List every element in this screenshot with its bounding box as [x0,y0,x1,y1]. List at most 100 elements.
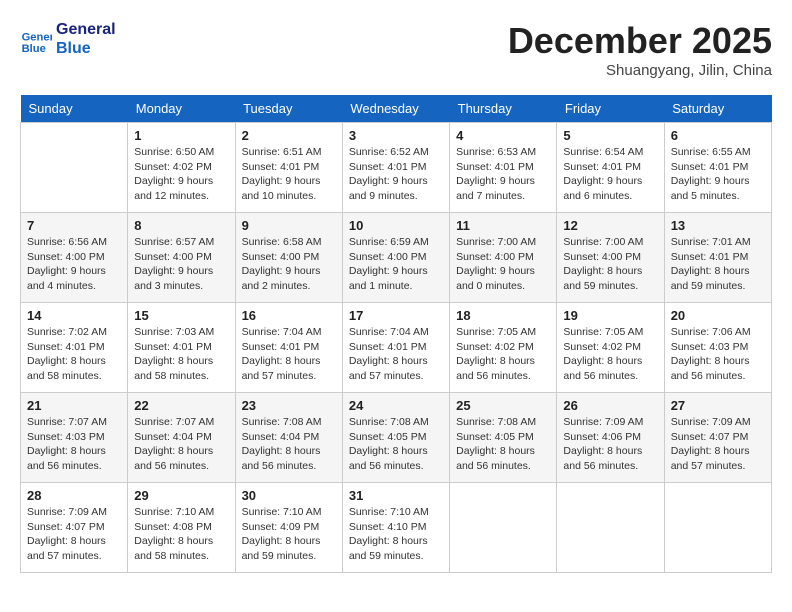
day-info: Sunrise: 6:52 AMSunset: 4:01 PMDaylight:… [349,145,443,204]
month-title: December 2025 [508,20,772,62]
calendar-cell: 11 Sunrise: 7:00 AMSunset: 4:00 PMDayligh… [450,213,557,303]
calendar-cell: 18 Sunrise: 7:05 AMSunset: 4:02 PMDayligh… [450,303,557,393]
weekday-wednesday: Wednesday [342,95,449,123]
day-number: 21 [27,398,121,413]
day-number: 15 [134,308,228,323]
day-info: Sunrise: 7:10 AMSunset: 4:08 PMDaylight:… [134,505,228,564]
location-subtitle: Shuangyang, Jilin, China [508,62,772,79]
calendar-cell: 10 Sunrise: 6:59 AMSunset: 4:00 PMDayligh… [342,213,449,303]
day-info: Sunrise: 6:51 AMSunset: 4:01 PMDaylight:… [242,145,336,204]
day-info: Sunrise: 7:04 AMSunset: 4:01 PMDaylight:… [242,325,336,384]
logo-icon: General Blue [20,23,52,55]
day-info: Sunrise: 7:06 AMSunset: 4:03 PMDaylight:… [671,325,765,384]
calendar-cell: 24 Sunrise: 7:08 AMSunset: 4:05 PMDayligh… [342,393,449,483]
calendar-cell [450,483,557,573]
svg-text:General: General [22,32,52,44]
day-info: Sunrise: 7:09 AMSunset: 4:07 PMDaylight:… [671,415,765,474]
calendar-cell: 9Sunrise: 6:58 AMSunset: 4:00 PMDaylight… [235,213,342,303]
calendar-cell: 23 Sunrise: 7:08 AMSunset: 4:04 PMDayligh… [235,393,342,483]
day-number: 6 [671,128,765,143]
calendar-body: 1 Sunrise: 6:50 AMSunset: 4:02 PMDaylight… [21,123,772,573]
calendar-cell [557,483,664,573]
day-info: Sunrise: 6:55 AMSunset: 4:01 PMDaylight:… [671,145,765,204]
day-info: Sunrise: 6:57 AMSunset: 4:00 PMDaylight:… [134,235,228,294]
day-number: 5 [563,128,657,143]
day-number: 30 [242,488,336,503]
title-block: December 2025 Shuangyang, Jilin, China [508,20,772,79]
day-number: 10 [349,218,443,233]
day-info: Sunrise: 7:00 AMSunset: 4:00 PMDaylight:… [456,235,550,294]
weekday-thursday: Thursday [450,95,557,123]
day-info: Sunrise: 7:00 AMSunset: 4:00 PMDaylight:… [563,235,657,294]
logo-text: GeneralBlue [56,20,116,58]
week-row-5: 28 Sunrise: 7:09 AMSunset: 4:07 PMDayligh… [21,483,772,573]
day-info: Sunrise: 7:05 AMSunset: 4:02 PMDaylight:… [456,325,550,384]
week-row-4: 21 Sunrise: 7:07 AMSunset: 4:03 PMDayligh… [21,393,772,483]
day-number: 19 [563,308,657,323]
day-number: 9 [242,218,336,233]
calendar-cell: 29 Sunrise: 7:10 AMSunset: 4:08 PMDayligh… [128,483,235,573]
calendar-cell: 16Sunrise: 7:04 AMSunset: 4:01 PMDayligh… [235,303,342,393]
day-info: Sunrise: 7:09 AMSunset: 4:07 PMDaylight:… [27,505,121,564]
day-info: Sunrise: 6:56 AMSunset: 4:00 PMDaylight:… [27,235,121,294]
page-header: General Blue GeneralBlue December 2025 S… [20,20,772,79]
calendar-cell: 12 Sunrise: 7:00 AMSunset: 4:00 PMDayligh… [557,213,664,303]
day-number: 18 [456,308,550,323]
day-info: Sunrise: 6:50 AMSunset: 4:02 PMDaylight:… [134,145,228,204]
day-number: 23 [242,398,336,413]
week-row-1: 1 Sunrise: 6:50 AMSunset: 4:02 PMDaylight… [21,123,772,213]
calendar-cell: 2Sunrise: 6:51 AMSunset: 4:01 PMDaylight… [235,123,342,213]
calendar-cell: 7Sunrise: 6:56 AMSunset: 4:00 PMDaylight… [21,213,128,303]
calendar-cell: 20 Sunrise: 7:06 AMSunset: 4:03 PMDayligh… [664,303,771,393]
calendar-cell: 21 Sunrise: 7:07 AMSunset: 4:03 PMDayligh… [21,393,128,483]
day-number: 11 [456,218,550,233]
weekday-header-row: SundayMondayTuesdayWednesdayThursdayFrid… [21,95,772,123]
calendar-cell: 13 Sunrise: 7:01 AMSunset: 4:01 PMDayligh… [664,213,771,303]
calendar-cell: 22 Sunrise: 7:07 AMSunset: 4:04 PMDayligh… [128,393,235,483]
calendar-cell [664,483,771,573]
calendar-cell: 28 Sunrise: 7:09 AMSunset: 4:07 PMDayligh… [21,483,128,573]
calendar-cell [21,123,128,213]
day-number: 20 [671,308,765,323]
day-number: 28 [27,488,121,503]
day-info: Sunrise: 6:59 AMSunset: 4:00 PMDaylight:… [349,235,443,294]
day-number: 13 [671,218,765,233]
day-info: Sunrise: 7:07 AMSunset: 4:04 PMDaylight:… [134,415,228,474]
day-number: 8 [134,218,228,233]
day-info: Sunrise: 6:53 AMSunset: 4:01 PMDaylight:… [456,145,550,204]
day-number: 22 [134,398,228,413]
day-info: Sunrise: 7:08 AMSunset: 4:05 PMDaylight:… [349,415,443,474]
calendar-cell: 1 Sunrise: 6:50 AMSunset: 4:02 PMDaylight… [128,123,235,213]
day-info: Sunrise: 7:04 AMSunset: 4:01 PMDaylight:… [349,325,443,384]
day-info: Sunrise: 7:03 AMSunset: 4:01 PMDaylight:… [134,325,228,384]
svg-text:Blue: Blue [22,43,46,55]
day-number: 1 [134,128,228,143]
day-info: Sunrise: 7:09 AMSunset: 4:06 PMDaylight:… [563,415,657,474]
day-number: 24 [349,398,443,413]
day-number: 29 [134,488,228,503]
weekday-monday: Monday [128,95,235,123]
weekday-saturday: Saturday [664,95,771,123]
day-info: Sunrise: 7:08 AMSunset: 4:04 PMDaylight:… [242,415,336,474]
day-number: 12 [563,218,657,233]
week-row-2: 7Sunrise: 6:56 AMSunset: 4:00 PMDaylight… [21,213,772,303]
day-info: Sunrise: 7:08 AMSunset: 4:05 PMDaylight:… [456,415,550,474]
day-number: 4 [456,128,550,143]
day-info: Sunrise: 7:07 AMSunset: 4:03 PMDaylight:… [27,415,121,474]
logo: General Blue GeneralBlue [20,20,116,58]
calendar-cell: 6 Sunrise: 6:55 AMSunset: 4:01 PMDaylight… [664,123,771,213]
calendar-cell: 3 Sunrise: 6:52 AMSunset: 4:01 PMDaylight… [342,123,449,213]
day-number: 14 [27,308,121,323]
day-info: Sunrise: 7:01 AMSunset: 4:01 PMDaylight:… [671,235,765,294]
calendar-cell: 5 Sunrise: 6:54 AMSunset: 4:01 PMDaylight… [557,123,664,213]
day-number: 27 [671,398,765,413]
calendar-cell: 19Sunrise: 7:05 AMSunset: 4:02 PMDayligh… [557,303,664,393]
calendar-cell: 25Sunrise: 7:08 AMSunset: 4:05 PMDayligh… [450,393,557,483]
day-info: Sunrise: 7:10 AMSunset: 4:10 PMDaylight:… [349,505,443,564]
day-info: Sunrise: 7:02 AMSunset: 4:01 PMDaylight:… [27,325,121,384]
week-row-3: 14 Sunrise: 7:02 AMSunset: 4:01 PMDayligh… [21,303,772,393]
day-info: Sunrise: 6:54 AMSunset: 4:01 PMDaylight:… [563,145,657,204]
calendar-cell: 14 Sunrise: 7:02 AMSunset: 4:01 PMDayligh… [21,303,128,393]
day-number: 3 [349,128,443,143]
weekday-tuesday: Tuesday [235,95,342,123]
